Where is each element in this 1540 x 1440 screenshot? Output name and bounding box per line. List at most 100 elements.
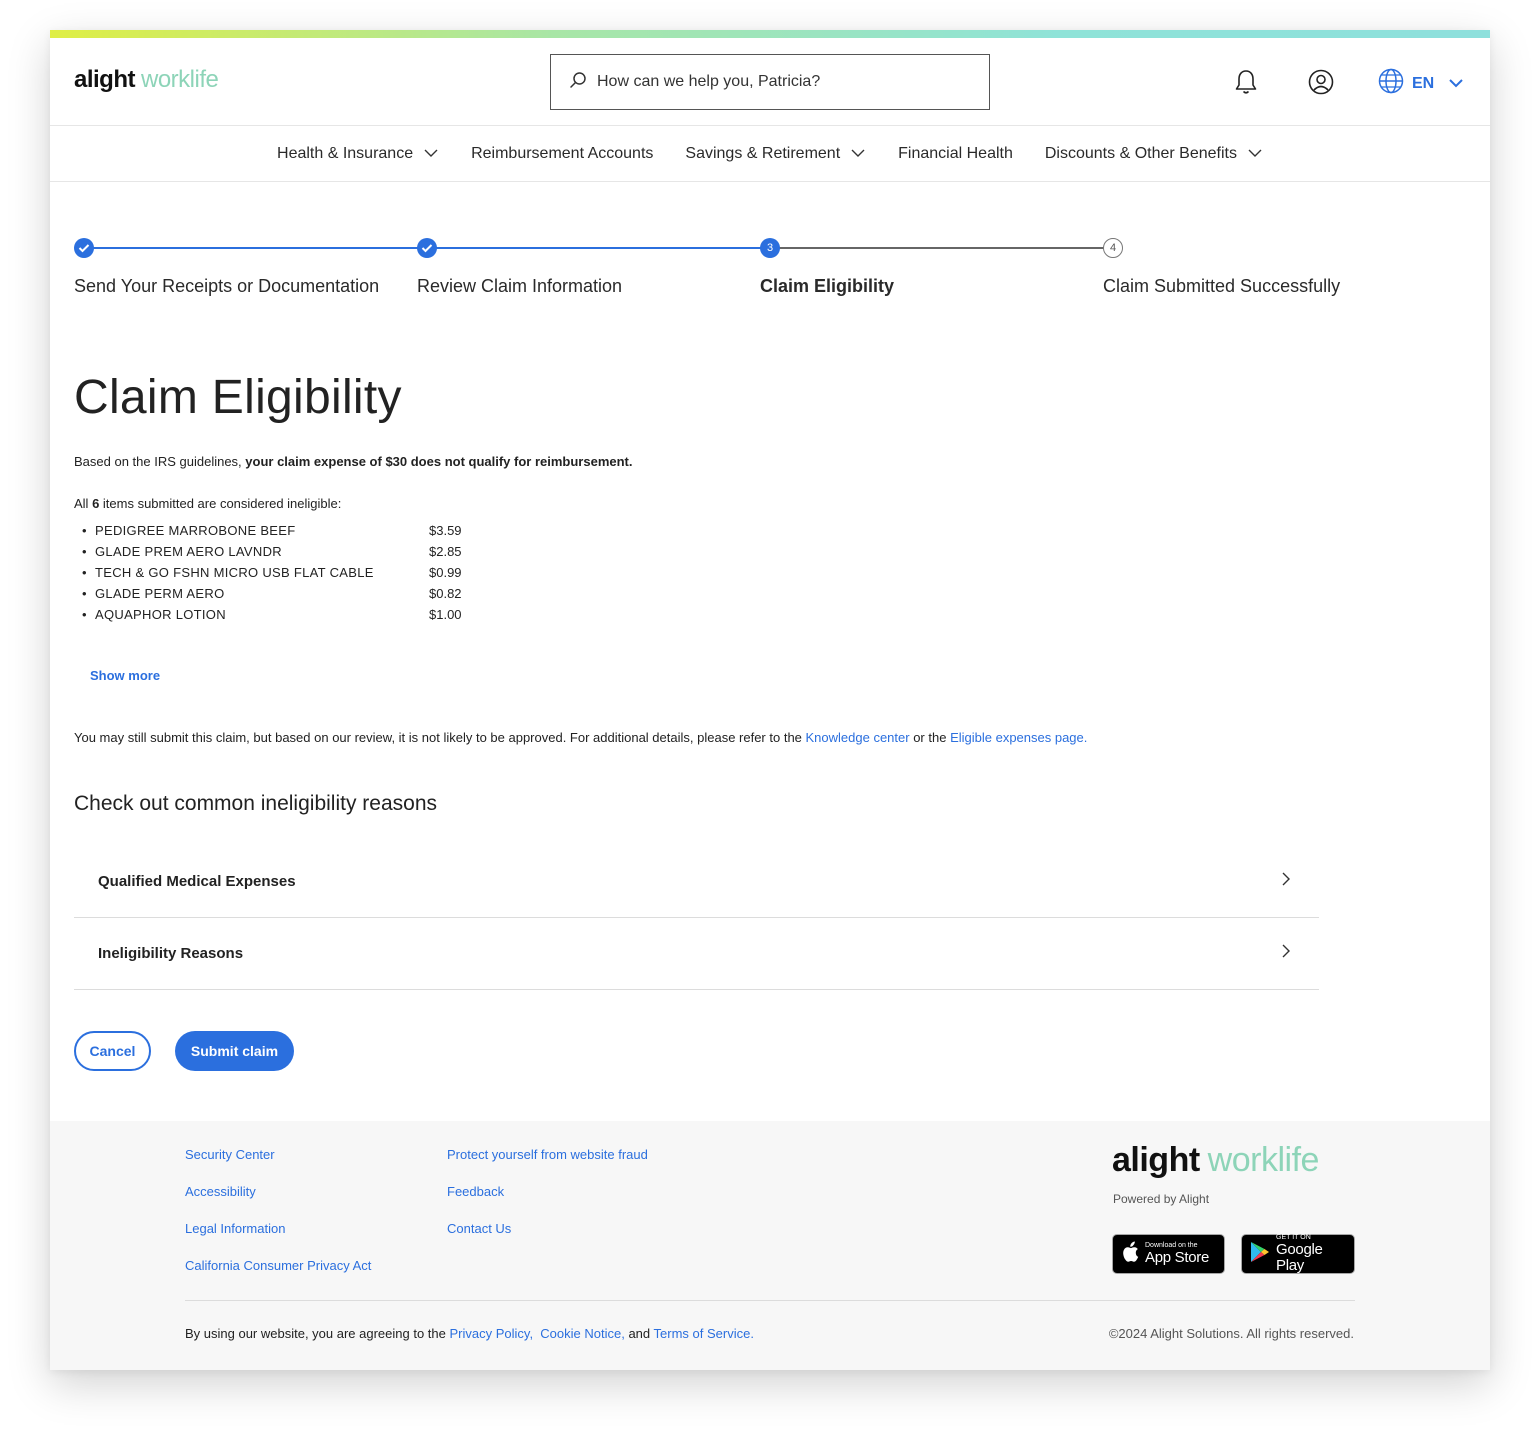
and-text: and: [624, 1326, 654, 1341]
nav-label: Reimbursement Accounts: [471, 144, 654, 162]
irs-prefix: Based on the IRS guidelines,: [74, 454, 246, 469]
chevron-right-icon: [1281, 871, 1291, 892]
globe-icon: [1378, 68, 1404, 99]
language-selector[interactable]: EN: [1378, 68, 1464, 99]
ineligible-count-text: All 6 items submitted are considered ine…: [74, 496, 341, 511]
bullet: •: [82, 607, 87, 622]
stepper-line-complete: [427, 247, 770, 249]
item-name: AQUAPHOR LOTION: [95, 607, 226, 622]
nav-discounts-other-benefits[interactable]: Discounts & Other Benefits: [1045, 145, 1263, 163]
language-label: EN: [1412, 74, 1435, 92]
step-label-claim-eligibility: Claim Eligibility: [760, 276, 895, 296]
step-label-claim-submitted: Claim Submitted Successfully: [1103, 276, 1341, 296]
step-2-complete-checkmark-icon: [417, 238, 437, 258]
item-name: GLADE PERM AERO: [95, 586, 225, 601]
terms-agreement-text: By using our website, you are agreeing t…: [185, 1326, 754, 1341]
bullet: •: [82, 586, 87, 601]
cookie-notice-link[interactable]: Cookie Notice,: [540, 1326, 625, 1341]
bullet: •: [82, 544, 87, 559]
approval-note: You may still submit this claim, but bas…: [74, 730, 1087, 745]
chevron-down-icon: [1448, 75, 1464, 93]
search-icon: [569, 71, 587, 94]
footer-links-column-2: Protect yourself from website fraud Feed…: [447, 1147, 648, 1258]
note-prefix: You may still submit this claim, but bas…: [74, 730, 806, 745]
step-3-current-indicator: 3: [760, 238, 780, 258]
alight-worklife-logo[interactable]: alight worklife: [74, 66, 219, 94]
app-store-text: Download on the App Store: [1145, 1242, 1210, 1266]
google-play-text: GET IT ON Google Play: [1276, 1234, 1323, 1274]
chevron-down-icon: [423, 145, 439, 163]
footer-link-ccpa[interactable]: California Consumer Privacy Act: [185, 1258, 371, 1295]
apple-icon: [1121, 1241, 1139, 1268]
privacy-policy-link[interactable]: Privacy Policy,: [450, 1326, 534, 1341]
chevron-down-icon: [850, 145, 866, 163]
item-name: GLADE PREM AERO LAVNDR: [95, 544, 282, 559]
accordion-label: Qualified Medical Expenses: [98, 873, 296, 890]
footer-link-fraud-protection[interactable]: Protect yourself from website fraud: [447, 1147, 648, 1184]
user-icon[interactable]: [1307, 68, 1335, 96]
footer-link-legal-information[interactable]: Legal Information: [185, 1221, 371, 1258]
step-1-complete-checkmark-icon: [74, 238, 94, 258]
eligible-expenses-link[interactable]: Eligible expenses page.: [950, 730, 1087, 745]
main-navigation: Health & Insurance Reimbursement Account…: [50, 126, 1490, 182]
note-mid: or the: [909, 730, 951, 745]
accordion-qualified-medical-expenses[interactable]: Qualified Medical Expenses: [74, 846, 1319, 918]
chevron-right-icon: [1281, 943, 1291, 964]
items-suffix: items submitted are considered ineligibl…: [99, 496, 342, 511]
bell-icon[interactable]: [1232, 68, 1260, 96]
page-title: Claim Eligibility: [74, 371, 402, 424]
submit-claim-button[interactable]: Submit claim: [175, 1031, 294, 1071]
nav-reimbursement-accounts[interactable]: Reimbursement Accounts: [471, 145, 653, 163]
list-item: • GLADE PERM AERO $0.82: [74, 583, 462, 604]
bullet: •: [82, 523, 87, 538]
bullet: •: [82, 565, 87, 580]
accordion-label: Ineligibility Reasons: [98, 945, 244, 962]
knowledge-center-link[interactable]: Knowledge center: [806, 730, 910, 745]
stepper-line-complete: [84, 247, 427, 249]
accordion-ineligibility-reasons[interactable]: Ineligibility Reasons: [74, 918, 1319, 990]
logo-worklife-text: worklife: [1207, 1141, 1320, 1179]
item-price: $0.99: [429, 565, 462, 580]
item-name: PEDIGREE MARROBONE BEEF: [95, 523, 296, 538]
google-play-badge[interactable]: GET IT ON Google Play: [1241, 1234, 1355, 1274]
nav-label: Savings & Retirement: [685, 144, 841, 162]
footer-links-column-1: Security Center Accessibility Legal Info…: [185, 1147, 371, 1295]
footer-divider: [185, 1300, 1355, 1301]
brand-gradient-bar: [50, 30, 1490, 38]
list-item: • AQUAPHOR LOTION $1.00: [74, 604, 462, 625]
nav-financial-health[interactable]: Financial Health: [898, 145, 1013, 163]
progress-stepper: 3 4 Send Your Receipts or Documentation …: [74, 238, 1374, 308]
step-4-upcoming-indicator: 4: [1103, 238, 1123, 258]
item-name: TECH & GO FSHN MICRO USB FLAT CABLE: [95, 565, 374, 580]
footer-alight-worklife-logo: alight worklife: [1112, 1141, 1319, 1180]
terms-of-service-link[interactable]: Terms of Service.: [654, 1326, 754, 1341]
items-prefix: All: [74, 496, 93, 511]
powered-by-text: Powered by Alight: [1113, 1192, 1210, 1206]
copyright-text: ©2024 Alight Solutions. All rights reser…: [1108, 1326, 1354, 1341]
ineligibility-reasons-heading: Check out common ineligibility reasons: [74, 792, 437, 815]
footer-link-security-center[interactable]: Security Center: [185, 1147, 371, 1184]
logo-alight-text: alight: [74, 66, 136, 93]
step-label-review-claim: Review Claim Information: [417, 276, 623, 296]
app-store-badge[interactable]: Download on the App Store: [1112, 1234, 1225, 1274]
search-bar[interactable]: [550, 54, 990, 110]
footer: Security Center Accessibility Legal Info…: [50, 1121, 1490, 1370]
footer-link-feedback[interactable]: Feedback: [447, 1184, 648, 1221]
item-price: $2.85: [429, 544, 462, 559]
nav-savings-retirement[interactable]: Savings & Retirement: [685, 145, 866, 163]
logo-worklife-text: worklife: [141, 66, 219, 93]
nav-health-insurance[interactable]: Health & Insurance: [277, 145, 439, 163]
cancel-button[interactable]: Cancel: [74, 1031, 151, 1071]
list-item: • TECH & GO FSHN MICRO USB FLAT CABLE $0.9…: [74, 562, 462, 583]
header: alightworklife EN: [50, 38, 1490, 126]
show-more-button[interactable]: Show more: [90, 668, 160, 683]
agree-prefix: By using our website, you are agreeing t…: [185, 1326, 450, 1341]
item-price: $0.82: [429, 586, 462, 601]
nav-label: Discounts & Other Benefits: [1044, 144, 1237, 162]
irs-guideline-text: Based on the IRS guidelines, your claim …: [74, 454, 633, 469]
search-input[interactable]: [597, 73, 977, 91]
item-price: $1.00: [429, 607, 462, 622]
list-item: • GLADE PREM AERO LAVNDR $2.85: [74, 541, 462, 562]
footer-link-contact-us[interactable]: Contact Us: [447, 1221, 648, 1258]
footer-link-accessibility[interactable]: Accessibility: [185, 1184, 371, 1221]
